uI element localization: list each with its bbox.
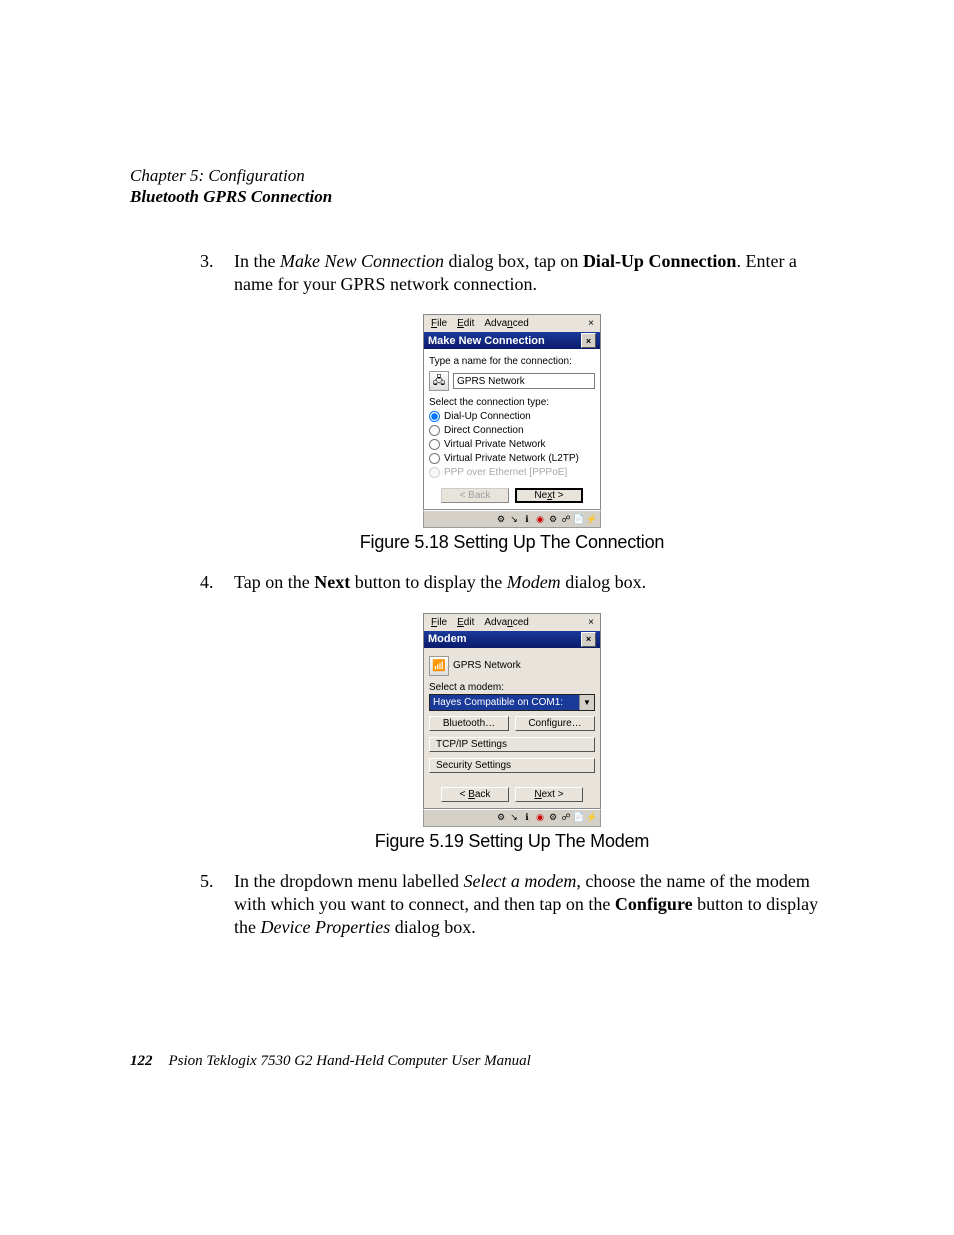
back-button: < Back [441, 488, 509, 503]
figure-caption: Figure 5.18 Setting Up The Connection [200, 532, 824, 553]
tray-icon: ⚙ [495, 513, 507, 525]
chapter-subtitle: Bluetooth GPRS Connection [130, 186, 824, 207]
tray-icon: ℹ [521, 812, 533, 824]
network-name-label: GPRS Network [453, 660, 521, 671]
page-footer: 122 Psion Teklogix 7530 G2 Hand-Held Comp… [130, 1053, 531, 1070]
page-number: 122 [130, 1053, 153, 1069]
configure-button[interactable]: Configure… [515, 716, 595, 731]
label-select-type: Select the connection type: [429, 397, 595, 408]
step-number: 5. [200, 870, 234, 940]
label-select-modem: Select a modem: [429, 682, 595, 693]
bluetooth-button[interactable]: Bluetooth… [429, 716, 509, 731]
menu-file[interactable]: File [426, 617, 452, 628]
dialog-titlebar: Modem × [423, 631, 601, 648]
tray-icon: ◉ [534, 513, 546, 525]
tray-icon: ☍ [560, 513, 572, 525]
menu-advanced[interactable]: Advanced [479, 617, 533, 628]
step-3: 3. In the Make New Connection dialog box… [200, 250, 824, 297]
tray-icon: ↘ [508, 812, 520, 824]
dialog-titlebar: Make New Connection × [423, 332, 601, 349]
tray-icon: ⚡ [586, 513, 598, 525]
tray-icon: ↘ [508, 513, 520, 525]
tray-icon: ⚙ [547, 513, 559, 525]
step-body: In the dropdown menu labelled Select a m… [234, 870, 824, 940]
figure-5-19: File Edit Advanced × Modem × 📶 GPRS Netw… [200, 613, 824, 827]
chapter-title: Chapter 5: Configuration [130, 165, 824, 186]
tcpip-settings-button[interactable]: TCP/IP Settings [429, 737, 595, 752]
step-number: 4. [200, 571, 234, 594]
menu-edit[interactable]: Edit [452, 617, 479, 628]
menu-file[interactable]: File [426, 318, 452, 329]
radio-vpn-l2tp[interactable]: Virtual Private Network (L2TP) [429, 453, 595, 464]
security-settings-button[interactable]: Security Settings [429, 758, 595, 773]
menubar: File Edit Advanced × [423, 613, 601, 631]
step-4: 4. Tap on the Next button to display the… [200, 571, 824, 594]
dialog-title: Make New Connection [428, 335, 545, 347]
tray-icon: ⚙ [547, 812, 559, 824]
connection-name-input[interactable] [453, 373, 595, 389]
figure-5-18: File Edit Advanced × Make New Connection… [200, 314, 824, 528]
tray-icon: ☍ [560, 812, 572, 824]
figure-caption: Figure 5.19 Setting Up The Modem [200, 831, 824, 852]
label-type-name: Type a name for the connection: [429, 356, 595, 367]
dialog-close-button[interactable]: × [581, 632, 596, 647]
tray-icon: ℹ [521, 513, 533, 525]
dropdown-value: Hayes Compatible on COM1: [430, 695, 579, 710]
radio-pppoe: PPP over Ethernet [PPPoE] [429, 467, 595, 478]
chevron-down-icon[interactable]: ▼ [579, 695, 594, 710]
tray-icon: 📄 [573, 513, 585, 525]
back-button[interactable]: < Back [441, 787, 509, 802]
step-5: 5. In the dropdown menu labelled Select … [200, 870, 824, 940]
menubar: File Edit Advanced × [423, 314, 601, 332]
dialog-title: Modem [428, 633, 467, 645]
tray-icon: ◉ [534, 812, 546, 824]
modem-dropdown[interactable]: Hayes Compatible on COM1: ▼ [429, 694, 595, 711]
radio-direct[interactable]: Direct Connection [429, 425, 595, 436]
tray-icon: 📄 [573, 812, 585, 824]
dialog-close-button[interactable]: × [581, 333, 596, 348]
footer-text: Psion Teklogix 7530 G2 Hand-Held Compute… [169, 1053, 531, 1069]
page-header: Chapter 5: Configuration Bluetooth GPRS … [130, 165, 824, 208]
next-button[interactable]: Next > [515, 488, 583, 503]
step-number: 3. [200, 250, 234, 297]
tray-icon: ⚡ [586, 812, 598, 824]
taskbar: ⚙ ↘ ℹ ◉ ⚙ ☍ 📄 ⚡ [423, 510, 601, 528]
radio-vpn[interactable]: Virtual Private Network [429, 439, 595, 450]
modem-icon: 📶 [429, 656, 449, 676]
next-button[interactable]: Next > [515, 787, 583, 802]
step-body: In the Make New Connection dialog box, t… [234, 250, 824, 297]
network-icon: 🖧 [429, 371, 449, 391]
menu-edit[interactable]: Edit [452, 318, 479, 329]
close-icon[interactable]: × [584, 615, 598, 629]
radio-dialup[interactable]: Dial-Up Connection [429, 411, 595, 422]
taskbar: ⚙ ↘ ℹ ◉ ⚙ ☍ 📄 ⚡ [423, 809, 601, 827]
tray-icon: ⚙ [495, 812, 507, 824]
step-body: Tap on the Next button to display the Mo… [234, 571, 824, 594]
menu-advanced[interactable]: Advanced [479, 318, 533, 329]
close-icon[interactable]: × [584, 317, 598, 331]
